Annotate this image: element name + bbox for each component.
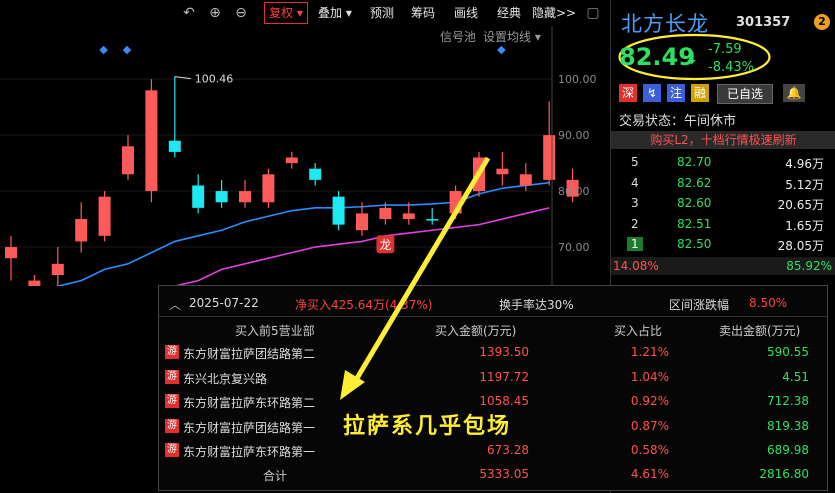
- callout-text: 拉萨系几乎包场: [343, 414, 512, 439]
